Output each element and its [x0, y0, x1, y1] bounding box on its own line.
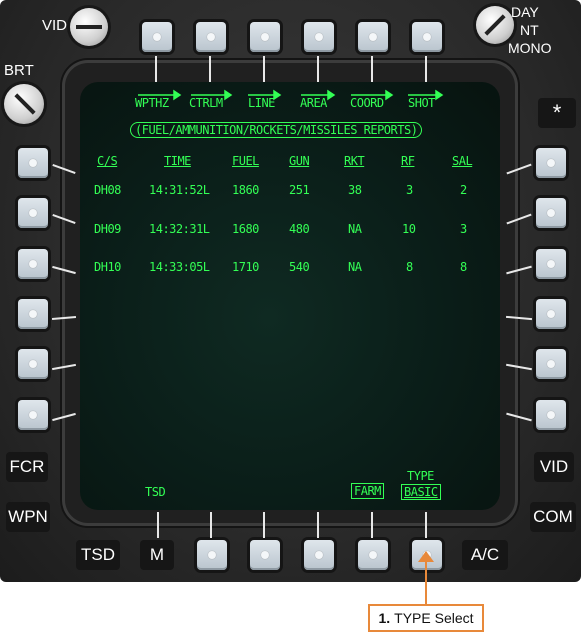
nt-label: NT	[520, 22, 539, 38]
left-button-l1[interactable]	[18, 148, 48, 178]
table-cell: 2	[460, 183, 467, 197]
bottom-button-b3[interactable]	[197, 540, 227, 570]
callout-text: TYPE Select	[394, 610, 474, 626]
type-label: TYPE	[407, 469, 434, 483]
table-cell: 14:32:31L	[149, 222, 210, 236]
wpn-button[interactable]: WPN	[6, 502, 50, 532]
bottom-button-b5[interactable]	[304, 540, 334, 570]
vid-knob[interactable]	[70, 8, 108, 46]
day-nt-mono-knob[interactable]	[476, 6, 514, 44]
bottom-button-b6[interactable]	[358, 540, 388, 570]
table-cell: DH08	[94, 183, 121, 197]
table-cell: 1860	[232, 183, 259, 197]
callout-number: 1.	[378, 610, 391, 626]
vid-button[interactable]: VID	[534, 452, 574, 482]
col-header-cs: C/S	[97, 154, 118, 168]
left-button-l5[interactable]	[18, 349, 48, 379]
com-button[interactable]: COM	[530, 502, 576, 532]
table-cell: 38	[348, 183, 362, 197]
table-cell: 14:33:05L	[149, 260, 210, 274]
table-cell: 1680	[232, 222, 259, 236]
col-header-rkt: RKT	[344, 154, 365, 168]
table-cell: 480	[289, 222, 310, 236]
table-cell: 3	[406, 183, 413, 197]
left-button-l4[interactable]	[18, 299, 48, 329]
callout-arrowhead	[418, 551, 434, 562]
table-cell: NA	[348, 222, 362, 236]
tsd-button[interactable]: TSD	[76, 540, 120, 570]
table-cell: 251	[289, 183, 310, 197]
m-button[interactable]: M	[140, 540, 174, 570]
top-button-t1[interactable]	[142, 22, 172, 52]
type-value: BASIC	[401, 484, 441, 500]
table-cell: DH09	[94, 222, 121, 236]
table-cell: 540	[289, 260, 310, 274]
tsd-screen-label: TSD	[145, 485, 166, 499]
mono-label: MONO	[508, 40, 552, 56]
brt-knob[interactable]	[4, 84, 44, 124]
col-header-gun: GUN	[289, 154, 310, 168]
table-cell: 1710	[232, 260, 259, 274]
col-header-rf: RF	[401, 154, 415, 168]
left-button-l3[interactable]	[18, 249, 48, 279]
table-cell: NA	[348, 260, 362, 274]
mpd-screen: WPTHZ CTRLM LINE AREA COORD SHOT (FUEL/A…	[80, 82, 500, 510]
fcr-button[interactable]: FCR	[6, 452, 48, 482]
vid-knob-label: VID	[42, 17, 68, 34]
col-header-fuel: FUEL	[232, 154, 259, 168]
top-arrows	[138, 89, 444, 101]
right-button-r3[interactable]	[536, 249, 566, 279]
right-button-r6[interactable]	[536, 400, 566, 430]
top-button-t6[interactable]	[412, 22, 442, 52]
farm-label: FARM	[351, 483, 384, 499]
top-button-t4[interactable]	[304, 22, 334, 52]
day-label: DAY	[511, 4, 539, 20]
top-button-t3[interactable]	[250, 22, 280, 52]
table-cell: DH10	[94, 260, 121, 274]
top-button-t5[interactable]	[358, 22, 388, 52]
brt-knob-label: BRT	[4, 62, 34, 79]
ac-button[interactable]: A/C	[462, 540, 508, 570]
bottom-button-b4[interactable]	[250, 540, 280, 570]
right-button-r2[interactable]	[536, 198, 566, 228]
left-button-l2[interactable]	[18, 198, 48, 228]
right-button-r5[interactable]	[536, 349, 566, 379]
table-cell: 10	[402, 222, 416, 236]
star-button[interactable]: *	[538, 98, 576, 128]
table-cell: 3	[460, 222, 467, 236]
right-button-r4[interactable]	[536, 299, 566, 329]
col-header-time: TIME	[164, 154, 191, 168]
table-cell: 14:31:52L	[149, 183, 210, 197]
report-title: (FUEL/AMMUNITION/ROCKETS/MISSILES REPORT…	[130, 122, 423, 138]
table-cell: 8	[460, 260, 467, 274]
col-header-sal: SAL	[452, 154, 473, 168]
top-button-t2[interactable]	[196, 22, 226, 52]
left-button-l6[interactable]	[18, 400, 48, 430]
table-cell: 8	[406, 260, 413, 274]
right-button-r1[interactable]	[536, 148, 566, 178]
callout-box: 1. TYPE Select	[368, 604, 484, 632]
